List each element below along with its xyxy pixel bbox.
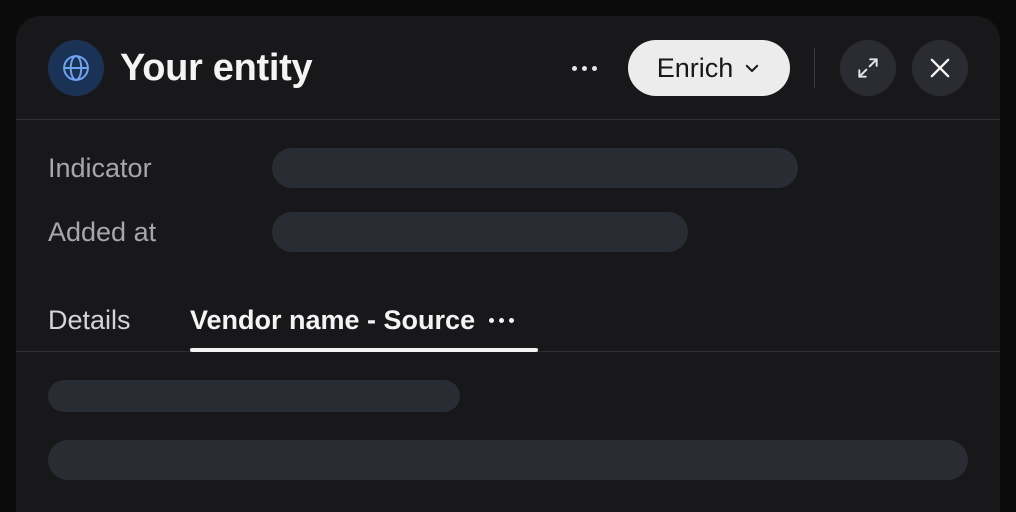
close-icon <box>930 58 950 78</box>
tab-vendor-source-label: Vendor name - Source <box>190 305 476 335</box>
entity-panel: Your entity Enrich Indicator Added at De… <box>16 16 1000 512</box>
globe-icon <box>48 40 104 96</box>
content-skeleton-long <box>48 440 968 480</box>
indicator-value-skeleton <box>272 148 798 188</box>
expand-button[interactable] <box>840 40 896 96</box>
chevron-down-icon <box>746 64 759 72</box>
panel-header: Your entity Enrich <box>16 16 1000 120</box>
added-at-value-skeleton <box>272 212 688 252</box>
indicator-label: Indicator <box>48 153 152 183</box>
page-title: Your entity <box>120 47 313 89</box>
close-button[interactable] <box>912 40 968 96</box>
content-skeleton-short <box>48 380 460 412</box>
ellipsis-icon <box>571 65 597 71</box>
enrich-button-label: Enrich <box>656 52 734 83</box>
tab-options-ellipsis-icon[interactable] <box>489 317 515 323</box>
active-tab-indicator <box>190 348 538 352</box>
more-options-button[interactable] <box>560 48 608 88</box>
expand-icon <box>858 58 878 78</box>
tab-bar: Details Vendor name - Source <box>16 288 1000 352</box>
enrich-button[interactable]: Enrich <box>628 40 790 96</box>
header-divider <box>814 48 815 88</box>
tab-details[interactable]: Details <box>48 300 131 340</box>
added-at-label: Added at <box>48 217 157 247</box>
tab-vendor-source[interactable]: Vendor name - Source <box>190 300 515 340</box>
